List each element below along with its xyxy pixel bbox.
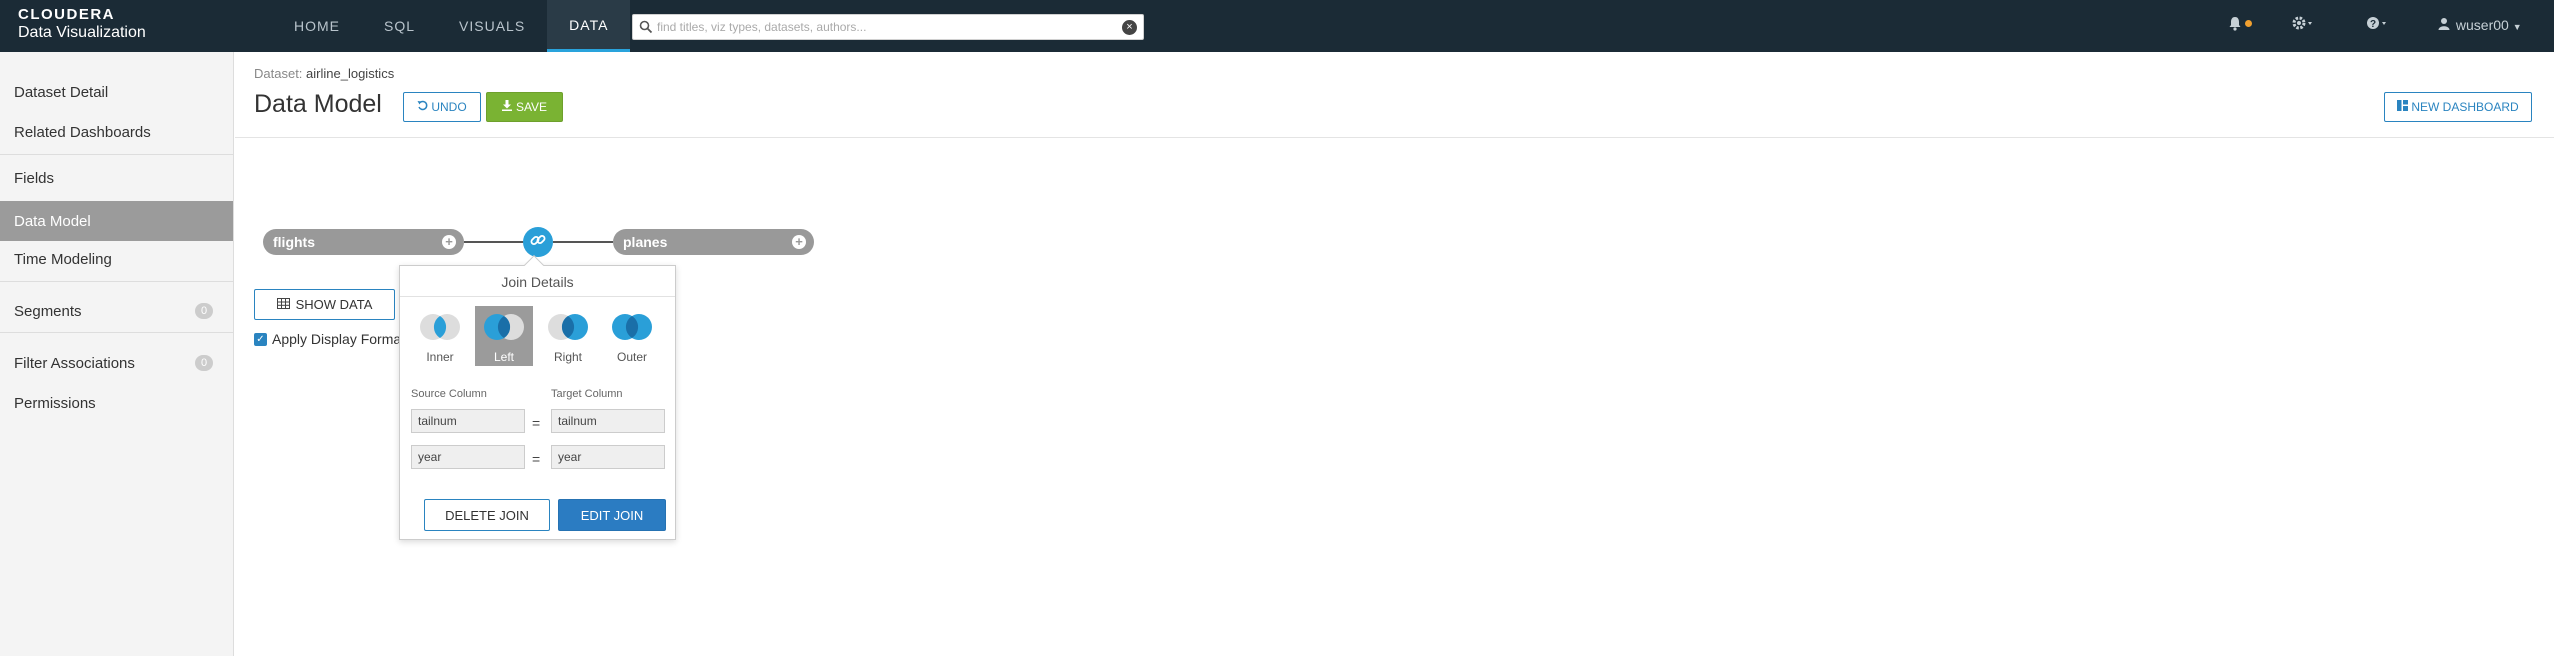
user-name: wuser00 [2455,17,2509,33]
left-join-icon [484,314,524,340]
tab-data[interactable]: DATA [547,0,631,52]
outer-join-icon [612,314,652,340]
count-badge: 0 [195,355,213,371]
join-connector [553,241,613,243]
header-divider [235,137,2554,138]
help-icon[interactable]: ? [2366,16,2388,33]
right-join-icon [548,314,588,340]
page-title: Data Model [254,90,382,118]
brand-name: CLOUDERA [18,6,115,23]
dashboard-icon [2397,100,2409,114]
tab-sql[interactable]: SQL [362,0,437,52]
gear-icon[interactable] [2292,16,2314,33]
user-menu[interactable]: wuser00 ▼ [2438,17,2522,33]
search-icon [639,20,653,39]
tab-visuals[interactable]: VISUALS [437,0,547,52]
brand-logo[interactable]: CLOUDERA Data Visualization [18,6,146,43]
table-name: flights [273,234,315,250]
new-dashboard-button[interactable]: NEW DASHBOARD [2384,92,2532,122]
join-connector [464,241,524,243]
target-column-field[interactable]: tailnum [551,409,665,433]
sidebar-item-fields[interactable]: Fields [0,158,233,198]
sidebar: Dataset Detail Related Dashboards Fields… [0,52,234,656]
table-name: planes [623,234,668,250]
download-icon [501,100,512,114]
undo-button[interactable]: UNDO [403,92,481,122]
link-icon [530,232,546,253]
sidebar-divider [0,332,233,333]
table-icon [276,297,290,312]
sidebar-item-dataset-detail[interactable]: Dataset Detail [0,72,233,112]
brand-product: Data Visualization [18,24,146,41]
sidebar-item-filter-associations[interactable]: Filter Associations 0 [0,343,233,383]
join-type-right[interactable]: Right [539,306,597,366]
search-box: × [632,14,1144,40]
apply-format-checkbox[interactable]: ✓ [254,332,267,346]
join-link-button[interactable] [523,227,553,257]
target-column-field[interactable]: year [551,445,665,469]
chevron-down-icon: ▼ [2512,22,2522,32]
user-icon [2438,17,2456,33]
apply-format-label: Apply Display Format [272,331,406,347]
popover-title: Join Details [501,274,574,290]
table-node-planes[interactable]: planes + [613,229,814,255]
undo-icon [417,100,428,114]
target-column-label: Target Column [551,388,623,400]
equals-sign: = [532,415,541,431]
clear-search-icon[interactable]: × [1122,20,1137,35]
sidebar-item-time-modeling[interactable]: Time Modeling [0,239,233,279]
sidebar-divider [0,281,233,282]
equals-sign: = [532,451,541,467]
sidebar-item-segments[interactable]: Segments 0 [0,291,233,331]
sidebar-item-data-model[interactable]: Data Model [0,201,233,241]
source-column-label: Source Column [411,388,487,400]
source-column-field[interactable]: tailnum [411,409,525,433]
main-nav: HOME SQL VISUALS DATA [272,0,631,52]
join-type-label: Left [493,350,514,364]
bell-icon[interactable] [2228,16,2242,34]
join-details-popover: Join Details Inner Left Right Outer Sour… [399,255,676,540]
save-label: SAVE [515,100,548,114]
show-data-button[interactable]: SHOW DATA [254,289,395,320]
sidebar-item-label: Segments [14,302,82,320]
apply-display-format: ✓ Apply Display Format [254,331,405,347]
sidebar-item-label: Filter Associations [14,354,135,372]
delete-join-button[interactable]: DELETE JOIN [424,499,550,531]
join-type-label: Outer [616,350,647,364]
join-type-label: Right [553,350,582,364]
dataset-prefix: Dataset: [254,66,303,81]
sidebar-item-permissions[interactable]: Permissions [0,383,233,423]
breadcrumb: Dataset: airline_logistics [254,66,394,81]
join-type-inner[interactable]: Inner [411,306,469,366]
source-column-field[interactable]: year [411,445,525,469]
svg-text:?: ? [2370,19,2376,30]
join-type-left[interactable]: Left [475,306,533,366]
join-type-outer[interactable]: Outer [603,306,661,366]
add-join-icon[interactable]: + [792,235,806,249]
popover-arrow [524,255,544,275]
top-navbar: CLOUDERA Data Visualization HOME SQL VIS… [0,0,2554,52]
popover-divider [400,296,675,297]
show-data-label: SHOW DATA [295,297,373,312]
search-input[interactable] [657,17,1097,37]
join-type-label: Inner [426,350,454,364]
count-badge: 0 [195,303,213,319]
save-button[interactable]: SAVE [486,92,563,122]
tab-home[interactable]: HOME [272,0,362,52]
sidebar-item-related-dashboards[interactable]: Related Dashboards [0,112,233,152]
edit-join-button[interactable]: EDIT JOIN [558,499,666,531]
undo-label: UNDO [431,100,467,114]
add-join-icon[interactable]: + [442,235,456,249]
notification-dot [2245,20,2252,27]
inner-join-icon [420,314,460,340]
new-dashboard-label: NEW DASHBOARD [2411,100,2519,114]
dataset-name[interactable]: airline_logistics [306,66,394,81]
sidebar-divider [0,154,233,155]
table-node-flights[interactable]: flights + [263,229,464,255]
